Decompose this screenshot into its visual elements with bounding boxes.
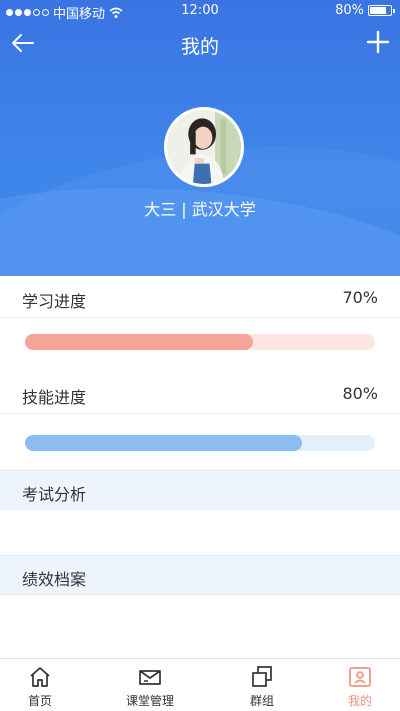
tab-label: 首页 xyxy=(27,694,52,708)
nav-bar: 我的 xyxy=(0,26,400,62)
page-title: 我的 xyxy=(180,36,219,58)
progress-bar-skill xyxy=(25,435,375,451)
profile-info: 大三 | 武汉大学 xyxy=(0,196,400,220)
progress-label: 学习进度 xyxy=(22,292,87,311)
tab-label: 课堂管理 xyxy=(125,694,174,708)
progress-label: 技能进度 xyxy=(22,388,87,407)
battery-percent: 80% xyxy=(335,3,364,18)
progress-bar-study xyxy=(25,334,375,350)
profile-grade: 大三 xyxy=(144,200,177,219)
profile-separator: | xyxy=(181,200,187,219)
progress-value: 80% xyxy=(342,384,378,403)
envelope-icon xyxy=(139,670,161,685)
profile-header: 中国移动 12:00 80% 我的 大三 | 武汉大学 xyxy=(0,0,400,276)
avatar-photo xyxy=(167,110,241,184)
avatar[interactable] xyxy=(164,107,244,187)
section-exam-analysis[interactable]: 考试分析 xyxy=(0,470,400,510)
status-bar: 中国移动 12:00 80% xyxy=(0,0,400,22)
status-right: 80% xyxy=(335,3,395,18)
plus-icon[interactable] xyxy=(366,30,390,54)
tab-mine[interactable]: 我的 xyxy=(320,659,400,711)
profile-school: 武汉大学 xyxy=(191,200,256,219)
progress-row-study: 学习进度 70% xyxy=(0,278,400,318)
tab-groups[interactable]: 群组 xyxy=(222,659,302,711)
tab-home[interactable]: 首页 xyxy=(0,659,80,711)
profile-card-icon xyxy=(349,667,371,687)
home-icon xyxy=(30,667,50,687)
tab-class-management[interactable]: 课堂管理 xyxy=(110,659,190,711)
tab-label: 我的 xyxy=(347,694,372,708)
progress-row-skill: 技能进度 80% xyxy=(0,374,400,414)
layers-icon xyxy=(252,666,272,687)
progress-bar-fill xyxy=(25,334,253,350)
section-label: 考试分析 xyxy=(22,485,87,504)
progress-value: 70% xyxy=(342,288,378,307)
tab-bar: 首页 课堂管理 群组 我的 xyxy=(0,658,400,711)
battery-icon xyxy=(368,5,395,16)
tab-label: 群组 xyxy=(249,694,274,708)
section-label: 绩效档案 xyxy=(22,570,87,589)
section-performance-archive[interactable]: 绩效档案 xyxy=(0,555,400,595)
progress-bar-fill xyxy=(25,435,302,451)
